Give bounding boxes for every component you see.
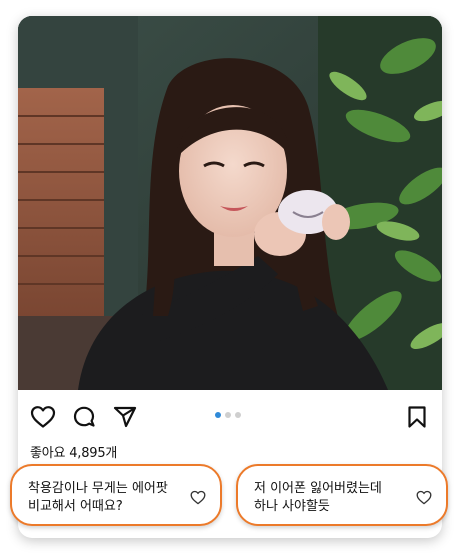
carousel-dot — [235, 412, 241, 418]
comment-line: 착용감이나 무게는 에어팟 — [28, 481, 168, 496]
instagram-post-card: 좋아요 4,895개 — [18, 16, 442, 538]
comment-line: 비교해서 어때요? — [28, 499, 123, 514]
small-heart-icon[interactable] — [190, 490, 206, 505]
post-photo[interactable] — [18, 16, 442, 390]
carousel-indicator — [215, 412, 241, 418]
comment-text: 저 이어폰 잃어버렸는데 하나 사야할듯 — [254, 480, 410, 516]
post-action-bar — [18, 390, 442, 438]
bookmark-icon[interactable] — [407, 405, 427, 429]
comment-line: 하나 사야할듯 — [254, 499, 330, 514]
likes-count: 좋아요 4,895개 — [30, 446, 118, 461]
heart-outline-icon[interactable] — [30, 405, 56, 429]
carousel-dot — [225, 412, 231, 418]
send-paper-plane-icon[interactable] — [113, 405, 137, 429]
comment-bubble[interactable]: 저 이어폰 잃어버렸는데 하나 사야할듯 — [236, 464, 448, 526]
small-heart-icon[interactable] — [416, 490, 432, 505]
comment-bubble[interactable]: 착용감이나 무게는 에어팟 비교해서 어때요? — [10, 464, 222, 526]
comment-line: 저 이어폰 잃어버렸는데 — [254, 481, 382, 496]
comment-bubble-icon[interactable] — [72, 405, 96, 429]
post-photo-illustration — [18, 16, 442, 390]
comment-text: 착용감이나 무게는 에어팟 비교해서 어때요? — [28, 480, 184, 516]
carousel-dot-active — [215, 412, 221, 418]
